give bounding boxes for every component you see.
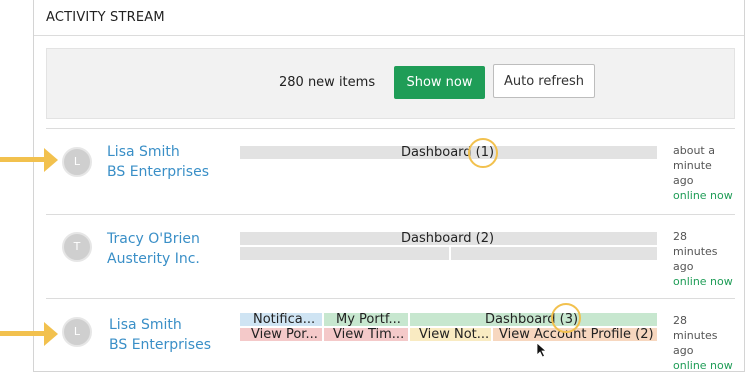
timestamp: 28 minutes ago online now bbox=[673, 313, 735, 373]
avatar: L bbox=[62, 317, 92, 347]
new-items-notice: 280 new items Show now Auto refresh bbox=[46, 48, 735, 119]
panel-header: ACTIVITY STREAM bbox=[34, 0, 744, 36]
company-link[interactable]: BS Enterprises bbox=[109, 335, 211, 355]
user-name-link[interactable]: Lisa Smith bbox=[107, 142, 180, 162]
timestamp: 28 minutes ago online now bbox=[673, 229, 735, 289]
pointer-arrow-icon bbox=[44, 322, 58, 346]
company-link[interactable]: Austerity Inc. bbox=[107, 249, 200, 269]
timestamp: about a minute ago online now bbox=[673, 143, 735, 203]
activity-segment-view-portfolio[interactable]: View Por... bbox=[240, 328, 322, 341]
timestamp-line-1: about a bbox=[673, 144, 715, 157]
timestamp-line-1: 28 minutes bbox=[673, 314, 718, 342]
activity-segment-view-notes[interactable]: View Not... bbox=[410, 328, 491, 341]
avatar: T bbox=[62, 232, 92, 262]
timestamp-line-1: 28 minutes bbox=[673, 230, 718, 258]
pointer-arrow-icon bbox=[44, 148, 58, 172]
highlight-circle bbox=[551, 303, 581, 333]
new-items-count: 280 new items bbox=[279, 75, 376, 90]
activity-label: Dashboard (2) bbox=[401, 231, 495, 246]
activity-segment-view-timeline[interactable]: View Tim... bbox=[324, 328, 408, 341]
timestamp-line-2: minute ago bbox=[673, 159, 712, 187]
highlight-circle bbox=[468, 138, 498, 168]
activity-bar-segment[interactable] bbox=[240, 247, 449, 260]
company-link[interactable]: BS Enterprises bbox=[107, 162, 209, 182]
auto-refresh-button[interactable]: Auto refresh bbox=[493, 64, 595, 98]
user-name-link[interactable]: Lisa Smith bbox=[109, 315, 182, 335]
timestamp-line-2: ago bbox=[673, 260, 694, 273]
timestamp-line-2: ago bbox=[673, 344, 694, 357]
user-name-link[interactable]: Tracy O'Brien bbox=[107, 229, 200, 249]
online-status: online now bbox=[673, 359, 733, 372]
activity-row: L Lisa Smith BS Enterprises Notifica... … bbox=[46, 298, 735, 373]
avatar: L bbox=[62, 147, 92, 177]
activity-segment-notifications[interactable]: Notifica... bbox=[240, 313, 322, 326]
pointer-arrow-shaft bbox=[0, 331, 44, 336]
activity-bar-segment[interactable] bbox=[451, 247, 657, 260]
mouse-cursor-icon bbox=[536, 342, 548, 358]
online-status: online now bbox=[673, 275, 733, 288]
panel-title: ACTIVITY STREAM bbox=[46, 10, 165, 25]
activity-stream-panel: ACTIVITY STREAM 280 new items Show now A… bbox=[33, 0, 745, 372]
pointer-arrow-shaft bbox=[0, 157, 44, 162]
activity-segment-portfolio[interactable]: My Portf... bbox=[324, 313, 408, 326]
activity-row: T Tracy O'Brien Austerity Inc. Dashboard… bbox=[46, 214, 735, 298]
activity-row: L Lisa Smith BS Enterprises Dashboard (1… bbox=[46, 128, 735, 214]
activity-segment-dashboard[interactable]: Dashboard (3) bbox=[410, 313, 657, 326]
show-now-button[interactable]: Show now bbox=[394, 66, 485, 99]
online-status: online now bbox=[673, 189, 733, 202]
